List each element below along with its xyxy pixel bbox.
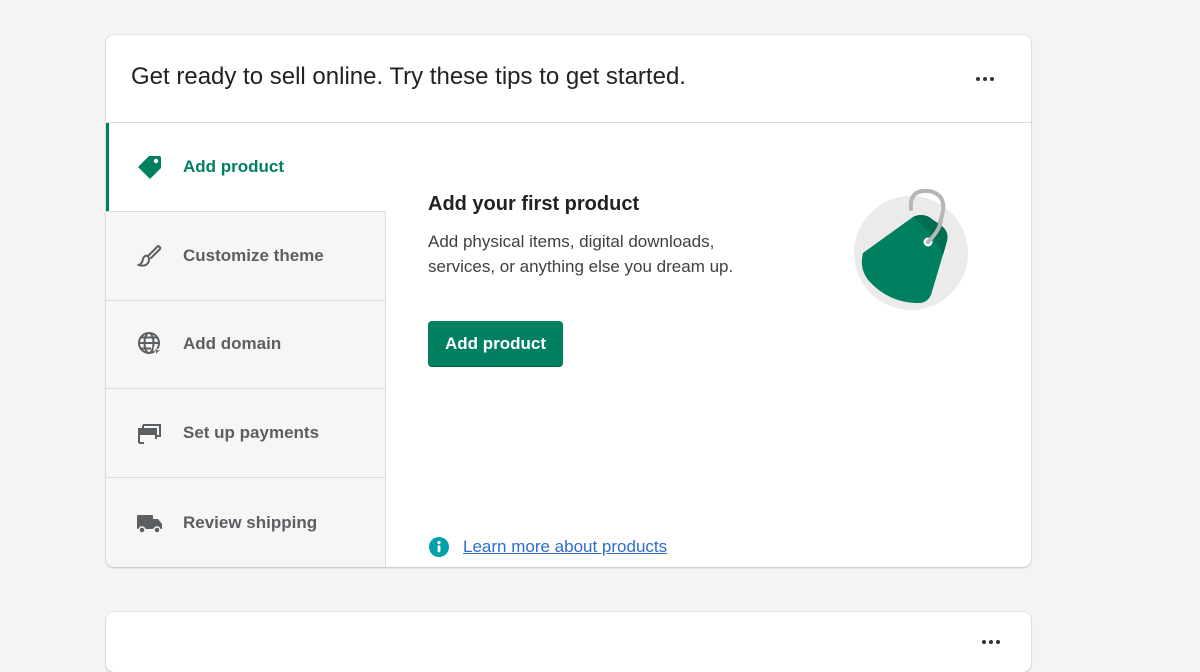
tab-set-up-payments[interactable]: Set up payments bbox=[106, 389, 385, 479]
tab-label: Review shipping bbox=[183, 512, 318, 532]
tab-add-product[interactable]: Add product bbox=[106, 123, 386, 212]
more-horizontal-icon bbox=[976, 77, 980, 81]
tab-label: Set up payments bbox=[183, 423, 320, 443]
paintbrush-icon bbox=[136, 242, 164, 270]
more-actions-button[interactable] bbox=[979, 634, 1003, 650]
tab-customize-theme[interactable]: Customize theme bbox=[106, 212, 385, 301]
setup-guide-card: Get ready to sell online. Try these tips… bbox=[106, 35, 1031, 567]
tab-review-shipping[interactable]: Review shipping bbox=[106, 478, 385, 567]
tab-label: Add domain bbox=[183, 334, 282, 354]
tab-label: Customize theme bbox=[183, 245, 324, 265]
info-icon bbox=[428, 536, 450, 558]
credit-card-icon bbox=[136, 419, 164, 447]
globe-icon bbox=[136, 330, 164, 358]
price-tag-illustration bbox=[851, 188, 971, 313]
next-card bbox=[106, 612, 1031, 672]
card-title: Get ready to sell online. Try these tips… bbox=[131, 63, 686, 90]
panel-title: Add your first product bbox=[428, 193, 640, 215]
learn-more-link[interactable]: Learn more about products bbox=[463, 537, 667, 557]
tab-add-domain[interactable]: Add domain bbox=[106, 301, 385, 390]
card-header: Get ready to sell online. Try these tips… bbox=[106, 35, 1031, 123]
more-horizontal-icon bbox=[982, 640, 986, 644]
tab-panel-add-product: Add your first product Add physical item… bbox=[387, 123, 1031, 567]
truck-icon bbox=[136, 509, 164, 537]
more-actions-button[interactable] bbox=[973, 71, 997, 87]
panel-description: Add physical items, digital downloads, s… bbox=[428, 232, 734, 276]
tips-tab-list: Add product Customize theme Add domain S… bbox=[106, 123, 386, 567]
add-product-button[interactable]: Add product bbox=[428, 321, 563, 367]
tag-icon bbox=[136, 153, 164, 181]
learn-more-row: Learn more about products bbox=[428, 536, 667, 558]
tab-label: Add product bbox=[183, 156, 285, 176]
